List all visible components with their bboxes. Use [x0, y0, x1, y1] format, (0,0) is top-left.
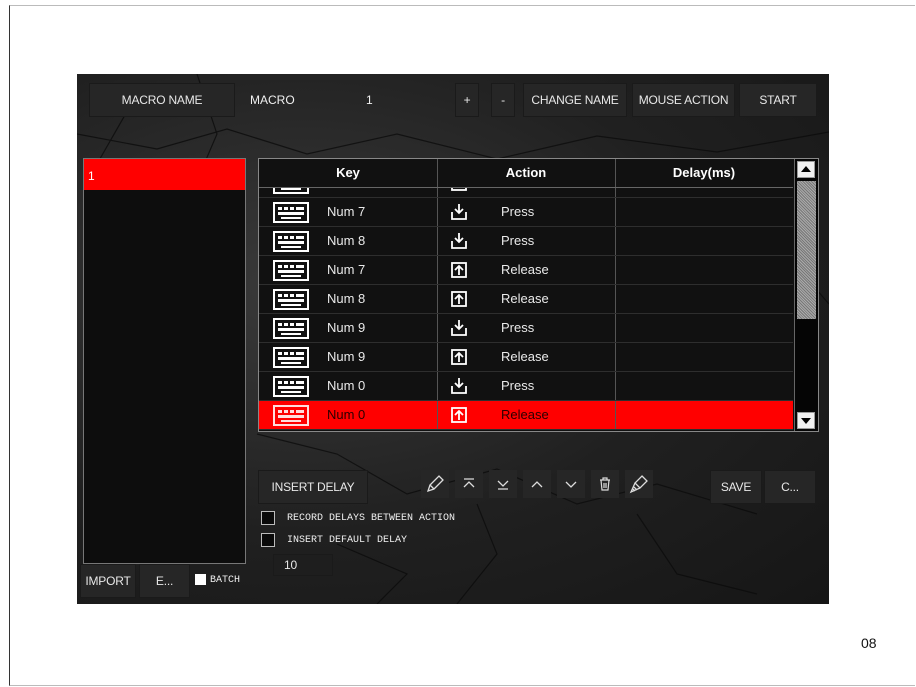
column-header-delay: Delay(ms)	[672, 165, 736, 180]
export-button[interactable]: E...	[139, 564, 190, 598]
keyboard-icon	[273, 376, 309, 397]
macro-list: 1	[83, 158, 246, 564]
keyboard-icon	[273, 289, 309, 310]
clear-all-button[interactable]	[625, 470, 653, 498]
key-cell: Num 9	[327, 349, 366, 364]
column-header-key: Key	[336, 165, 360, 180]
table-row[interactable]: Num 9 Release	[259, 343, 793, 372]
keyboard-icon	[273, 405, 309, 426]
pencil-icon	[426, 475, 444, 493]
action-cell: Press	[501, 378, 535, 393]
scroll-up-button[interactable]	[797, 161, 815, 178]
move-down-button[interactable]	[557, 470, 585, 498]
key-cell: Num 0	[327, 407, 366, 422]
key-cell: Num 9	[327, 320, 366, 335]
action-cell: Release	[501, 407, 549, 422]
move-up-button[interactable]	[523, 470, 551, 498]
triangle-up-icon	[801, 166, 811, 172]
keyboard-icon	[273, 202, 309, 223]
record-delays-checkbox[interactable]	[261, 511, 275, 525]
table-header: Key Action Delay(ms)	[259, 159, 793, 188]
insert-default-delay-label: INSERT DEFAULT DELAY	[287, 535, 408, 546]
action-cell: Release	[501, 291, 549, 306]
keyboard-icon	[273, 260, 309, 281]
clear-button[interactable]: C...	[764, 470, 816, 504]
table-row[interactable]: Num 8 Release	[259, 285, 793, 314]
press-arrow-icon	[451, 378, 467, 394]
batch-label: BATCH	[210, 575, 241, 586]
chevron-up-icon	[531, 481, 543, 488]
keyboard-icon	[273, 318, 309, 339]
insert-delay-button[interactable]: INSERT DELAY	[258, 470, 368, 504]
key-cell: Num 8	[327, 291, 366, 306]
table-row[interactable]: Num 0 Press	[259, 372, 793, 401]
chevron-down-icon	[565, 481, 577, 488]
scroll-thumb[interactable]	[797, 181, 816, 319]
action-cell: Press	[501, 233, 535, 248]
table-scrollbar[interactable]	[794, 159, 818, 431]
page-number: 08	[861, 635, 877, 651]
press-arrow-icon	[451, 233, 467, 249]
macro-events-table: Num 8 Release Num 7 Press Num 8 Press Num 7 Rel…	[258, 158, 819, 432]
macro-name-label: MACRO NAME	[89, 83, 235, 117]
action-cell: Release	[501, 262, 549, 277]
release-arrow-icon	[451, 262, 467, 278]
table-row[interactable]: Num 7 Press	[259, 198, 793, 227]
mouse-action-button[interactable]: MOUSE ACTION	[632, 83, 735, 117]
release-arrow-icon	[451, 291, 467, 307]
column-header-action: Action	[505, 165, 547, 180]
remove-macro-button[interactable]: -	[491, 83, 515, 117]
table-body: Num 8 Release Num 7 Press Num 8 Press Num 7 Rel…	[259, 169, 793, 430]
keyboard-icon	[273, 347, 309, 368]
key-cell: Num 7	[327, 204, 366, 219]
table-row[interactable]: Num 0 Release	[259, 401, 793, 430]
key-cell: Num 8	[327, 233, 366, 248]
key-cell: Num 0	[327, 378, 366, 393]
action-cell: Press	[501, 320, 535, 335]
table-row[interactable]: Num 8 Press	[259, 227, 793, 256]
action-cell: Release	[501, 349, 549, 364]
broom-icon	[629, 475, 648, 494]
arrow-to-bottom-icon	[497, 480, 509, 490]
save-button[interactable]: SAVE	[710, 470, 762, 504]
press-arrow-icon	[451, 204, 467, 220]
batch-checkbox[interactable]	[195, 574, 206, 585]
move-to-bottom-button[interactable]	[489, 470, 517, 498]
scroll-down-button[interactable]	[797, 412, 815, 429]
macro-list-item[interactable]: 1	[84, 159, 245, 190]
move-to-top-button[interactable]	[455, 470, 483, 498]
macro-number: 1	[366, 93, 373, 107]
release-arrow-icon	[451, 407, 467, 423]
table-row[interactable]: Num 9 Press	[259, 314, 793, 343]
arrow-to-top-icon	[463, 478, 475, 488]
triangle-down-icon	[801, 418, 811, 424]
release-arrow-icon	[451, 349, 467, 365]
macro-editor-window: MACRO NAME MACRO 1 + - CHANGE NAME MOUSE…	[77, 74, 829, 604]
table-row[interactable]: Num 7 Release	[259, 256, 793, 285]
record-delays-label: RECORD DELAYS BETWEEN ACTION	[287, 513, 456, 524]
start-button[interactable]: START	[739, 83, 817, 117]
default-delay-input[interactable]: 10	[273, 554, 333, 576]
insert-default-delay-checkbox[interactable]	[261, 533, 275, 547]
action-cell: Press	[501, 204, 535, 219]
keyboard-icon	[273, 231, 309, 252]
press-arrow-icon	[451, 320, 467, 336]
import-button[interactable]: IMPORT	[80, 564, 136, 598]
add-macro-button[interactable]: +	[455, 83, 479, 117]
change-name-button[interactable]: CHANGE NAME	[523, 83, 627, 117]
edit-button[interactable]	[421, 470, 449, 498]
delete-button[interactable]	[591, 470, 619, 498]
key-cell: Num 7	[327, 262, 366, 277]
macro-label: MACRO	[250, 93, 295, 107]
trash-icon	[600, 477, 610, 491]
